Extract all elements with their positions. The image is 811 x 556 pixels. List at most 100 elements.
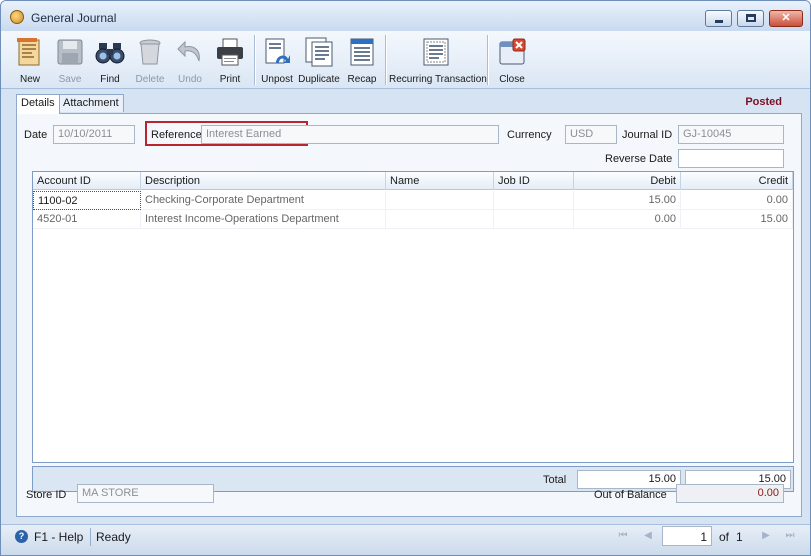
undo-button[interactable]: Undo — [172, 34, 208, 86]
cell-credit[interactable]: 15.00 — [681, 210, 793, 229]
journal-id-label: Journal ID — [622, 129, 673, 141]
col-description[interactable]: Description — [141, 172, 386, 190]
delete-label: Delete — [135, 74, 165, 85]
table-row[interactable]: 1100-02 Checking-Corporate Department 15… — [33, 191, 793, 210]
last-page-icon[interactable]: ⏭ — [783, 529, 797, 543]
close-x-icon: ✕ — [781, 12, 791, 24]
first-page-icon[interactable]: ⏮ — [616, 529, 630, 543]
currency-label: Currency — [507, 129, 552, 141]
cell-debit[interactable]: 15.00 — [574, 191, 681, 210]
reference-label: Reference — [151, 129, 202, 141]
close-label: Close — [499, 74, 525, 85]
print-button[interactable]: Print — [212, 34, 248, 86]
journal-content: Details Attachment Posted Date 10/10/201… — [9, 92, 804, 517]
new-button[interactable]: New — [12, 34, 48, 86]
recurring-transaction-button[interactable]: Recurring Transaction — [389, 34, 487, 86]
printer-icon — [217, 38, 243, 66]
help-icon[interactable]: ? — [15, 530, 28, 543]
trash-icon — [139, 39, 161, 65]
close-icon — [499, 38, 526, 65]
save-button[interactable]: Save — [53, 34, 87, 86]
delete-button[interactable]: Delete — [132, 34, 168, 86]
new-document-icon — [17, 38, 40, 66]
table-row[interactable]: 4520-01 Interest Income-Operations Depar… — [33, 210, 793, 229]
currency-field[interactable]: USD — [565, 125, 617, 144]
recurring-transaction-icon — [423, 38, 449, 66]
store-id-field[interactable]: MA STORE — [77, 484, 214, 503]
binoculars-icon — [95, 43, 125, 64]
recurring-transaction-label: Recurring Transaction — [389, 74, 487, 85]
status-bar: ? F1 - Help Ready ⏮ ◀ 1 of 1 ▶ ⏭ — [1, 524, 810, 555]
recap-button[interactable]: Recap — [344, 34, 380, 86]
cell-job-id[interactable] — [494, 210, 574, 229]
page-of-label: of — [719, 530, 730, 544]
recap-icon — [350, 38, 374, 66]
total-debit: 15.00 — [577, 470, 681, 489]
minimize-icon — [715, 20, 723, 23]
total-pages: 1 — [736, 530, 743, 544]
statusbar-separator — [90, 528, 91, 546]
cell-name[interactable] — [386, 191, 494, 210]
maximize-icon — [746, 14, 756, 22]
save-label: Save — [58, 74, 82, 85]
total-label: Total — [543, 474, 567, 486]
toolbar-separator — [385, 35, 386, 85]
store-id-label: Store ID — [26, 489, 67, 501]
toolbar: New Save Find Delete Undo Print Unpost D… — [1, 31, 810, 89]
undo-label: Undo — [178, 74, 202, 85]
unpost-label: Unpost — [261, 74, 293, 85]
reverse-date-label: Reverse Date — [605, 153, 673, 165]
col-job-id[interactable]: Job ID — [494, 172, 574, 190]
close-button[interactable]: Close — [494, 34, 530, 86]
cell-account-id[interactable]: 1100-02 — [33, 191, 141, 210]
minimize-button[interactable] — [705, 10, 732, 27]
reference-field[interactable]: Interest Earned — [201, 125, 499, 144]
previous-page-icon[interactable]: ◀ — [641, 529, 655, 543]
cell-name[interactable] — [386, 210, 494, 229]
status-badge: Posted — [745, 96, 782, 108]
app-icon — [10, 10, 24, 24]
col-debit[interactable]: Debit — [574, 172, 681, 190]
ready-status: Ready — [96, 530, 131, 544]
out-of-balance-field: 0.00 — [676, 484, 784, 503]
page-number-input[interactable]: 1 — [662, 526, 712, 546]
toolbar-separator — [487, 35, 488, 85]
grid-header: Account ID Description Name Job ID Debit… — [33, 172, 793, 190]
find-button[interactable]: Find — [92, 34, 128, 86]
maximize-button[interactable] — [737, 10, 764, 27]
journal-grid: Account ID Description Name Job ID Debit… — [32, 171, 794, 463]
duplicate-button[interactable]: Duplicate — [298, 34, 340, 86]
toolbar-separator — [254, 35, 255, 85]
cell-account-id[interactable]: 4520-01 — [33, 210, 141, 229]
cell-credit[interactable]: 0.00 — [681, 191, 793, 210]
find-label: Find — [100, 74, 120, 85]
col-account-id[interactable]: Account ID — [33, 172, 141, 190]
window-title: General Journal — [31, 11, 117, 25]
duplicate-icon — [305, 37, 333, 67]
journal-id-field[interactable]: GJ-10045 — [678, 125, 784, 144]
unpost-button[interactable]: Unpost — [259, 34, 295, 86]
cell-description[interactable]: Interest Income-Operations Department — [141, 210, 386, 229]
duplicate-label: Duplicate — [298, 74, 340, 85]
title-bar: General Journal ✕ — [1, 1, 810, 31]
cell-description[interactable]: Checking-Corporate Department — [141, 191, 386, 210]
cell-debit[interactable]: 0.00 — [574, 210, 681, 229]
save-disk-icon — [57, 39, 83, 65]
tab-attachment[interactable]: Attachment — [58, 94, 124, 112]
recap-label: Recap — [347, 74, 377, 85]
undo-arrow-icon — [177, 40, 200, 62]
general-journal-window: General Journal ✕ New Save Find Delete U… — [0, 0, 811, 556]
col-name[interactable]: Name — [386, 172, 494, 190]
unpost-icon — [265, 38, 290, 64]
reverse-date-field[interactable] — [678, 149, 784, 168]
next-page-icon[interactable]: ▶ — [759, 529, 773, 543]
date-field[interactable]: 10/10/2011 — [53, 125, 135, 144]
date-label: Date — [24, 129, 48, 141]
col-credit[interactable]: Credit — [681, 172, 793, 190]
window-close-button[interactable]: ✕ — [769, 10, 803, 27]
out-of-balance-label: Out of Balance — [594, 489, 667, 501]
tab-details[interactable]: Details — [16, 94, 60, 114]
cell-job-id[interactable] — [494, 191, 574, 210]
details-panel: Date 10/10/2011 Reference Interest Earne… — [16, 113, 802, 517]
help-text[interactable]: F1 - Help — [34, 530, 83, 544]
